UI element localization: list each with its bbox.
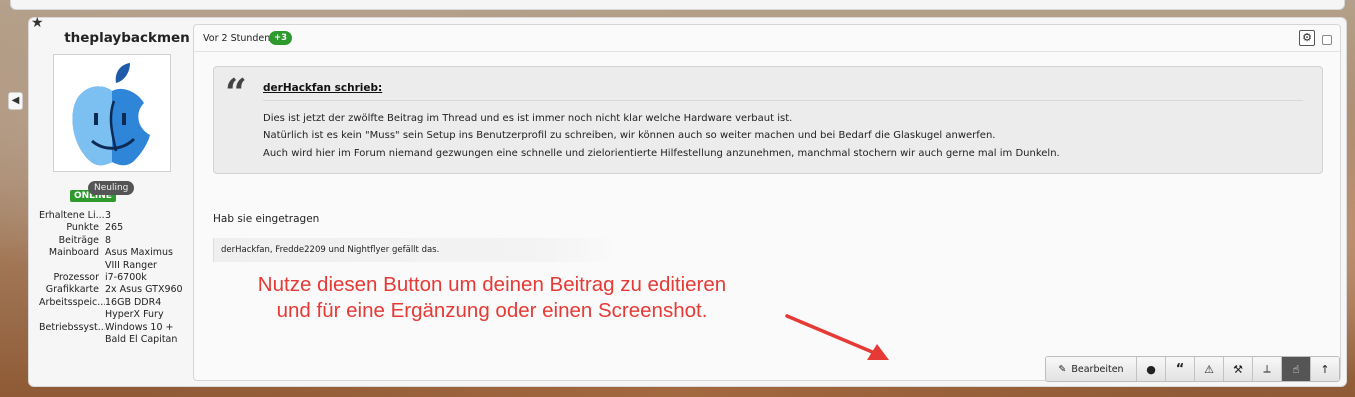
moderation-tool-icon[interactable]: ⚙ [1299,30,1315,46]
post-timestamp[interactable]: Vor 2 Stunden [203,33,270,44]
quote-block: “ derHackfan schrieb: Dies ist jetzt der… [213,66,1323,174]
stat-label: Betriebssyst... [39,321,105,333]
quote-divider [263,100,1303,101]
quote-author-link[interactable]: derHackfan schrieb: [263,82,382,94]
likes-summary[interactable]: derHackfan, Fredde2209 und Nightflyer ge… [213,238,619,262]
stat-row: Betriebssyst... Windows 10 + [39,322,189,334]
stat-label [39,260,105,272]
thumbs-up-icon: ☝ [1292,362,1300,376]
quote-line: Auch wird hier im Forum niemand gezwunge… [263,147,1060,159]
post-content: Vor 2 Stunden +3 ⚙ “ derHackfan schrieb:… [193,24,1341,382]
stat-label: Prozessor [53,272,99,284]
quote-text: Dies ist jetzt der zwölfte Beitrag im Th… [263,110,1060,162]
stat-row: Beiträge 8 [39,235,189,247]
stat-label: Beiträge [58,234,99,246]
annotation-arrow-icon [785,314,889,360]
scroll-top-button[interactable]: ↑ [1310,357,1339,381]
stat-value: VIII Ranger [105,259,157,271]
stat-label: Grafikkarte [45,284,99,296]
stat-row: Bald El Capitan [39,334,189,346]
post-meta-bar: Vor 2 Stunden +3 ⚙ [194,25,1340,52]
star-icon[interactable]: ★ [31,15,44,31]
hammer-icon: ⚒ [1233,362,1243,376]
stat-value: 265 [105,222,124,234]
forum-post: ★ theplaybackmen ONLINE Neuling Erhalten… [28,15,1347,387]
stat-row: Punkte 265 [39,222,189,234]
stat-value: HyperX Fury [105,309,164,321]
like-button[interactable]: ☝ [1281,357,1310,381]
globe-button[interactable]: ● [1136,357,1165,381]
stat-row: VIII Ranger [39,260,189,272]
arrow-up-icon: ↑ [1320,362,1330,376]
stat-value: Bald El Capitan [105,334,178,346]
stat-value: 16GB DDR4 [105,296,162,308]
pin-icon: ⟂ [1263,362,1271,375]
warning-icon: ⚠ [1204,362,1214,376]
user-stats: Erhaltene Li... 3 Punkte 265 Beiträge 8 … [39,210,189,346]
like-score-badge: +3 [269,31,293,45]
pin-button[interactable]: ⟂ [1252,357,1281,381]
post-body: Hab sie eingetragen [213,213,320,225]
globe-icon: ● [1146,362,1156,376]
select-checkbox[interactable] [1322,35,1332,45]
pencil-icon: ✎ [1058,363,1067,375]
stat-value: Windows 10 + [105,321,174,333]
stat-label [39,309,105,321]
quote-line: Dies ist jetzt der zwölfte Beitrag im Th… [263,113,793,124]
stat-row: Erhaltene Li... 3 [39,210,189,222]
stat-label: Punkte [66,222,99,234]
edit-button-label: Bearbeiten [1071,363,1124,375]
stat-row: Arbeitsspeic... 16GB DDR4 [39,297,189,309]
annotation-line: und für eine Ergänzung oder einen Screen… [276,299,708,322]
quote-icon: “ [1175,361,1185,377]
moderate-button[interactable]: ⚒ [1223,357,1252,381]
stat-value: 2x Asus GTX960 [105,284,183,296]
stat-label [39,334,105,346]
user-name[interactable]: theplaybackmen [57,30,197,46]
stat-value: Asus Maximus [105,247,173,259]
annotation-line: Nutze diesen Button um deinen Beitrag zu… [257,273,727,296]
stat-value: 8 [105,234,112,246]
quote-line: Natürlich ist es kein "Muss" sein Setup … [263,130,996,142]
stat-value: i7-6700k [105,272,147,284]
annotation-text: Nutze diesen Button um deinen Beitrag zu… [214,272,770,324]
stat-row: HyperX Fury [39,309,189,321]
stat-label: Arbeitsspeic... [39,296,105,308]
stat-value: 3 [105,210,112,221]
report-button[interactable]: ⚠ [1194,357,1223,381]
quote-mark-icon: “ [225,70,247,115]
stat-row: Grafikkarte 2x Asus GTX960 [39,284,189,296]
finder-apple-icon [72,63,150,166]
sidebar-collapse-button[interactable]: ◀ [8,92,23,110]
previous-post-edge [10,0,1345,10]
edit-button[interactable]: ✎ Bearbeiten [1046,357,1136,381]
quote-button[interactable]: “ [1165,357,1194,381]
stat-row: Mainboard Asus Maximus [39,247,189,259]
stat-label: Mainboard [48,247,99,259]
stat-label: Erhaltene Li... [39,210,105,221]
stat-row: Prozessor i7-6700k [39,272,189,284]
post-action-bar: ✎ Bearbeiten ● “ ⚠ ⚒ ⟂ ☝ ↑ [1045,356,1340,382]
rank-badge: Neuling [88,181,135,195]
avatar[interactable]: ONLINE [53,54,171,202]
